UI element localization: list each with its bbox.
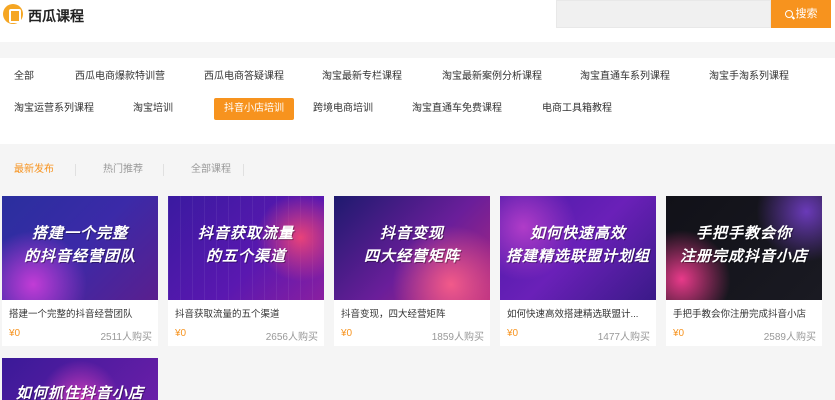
course-card[interactable]: 手把手教会你 注册完成抖音小店 手把手教会你注册完成抖音小店 ¥0 2589人购买 (666, 196, 822, 346)
category-item[interactable]: 淘宝最新专栏课程 (322, 66, 402, 88)
course-title[interactable]: 搭建一个完整的抖音经营团队 (9, 306, 154, 320)
tab-divider (163, 164, 164, 176)
category-item[interactable]: 淘宝直通车系列课程 (580, 66, 670, 88)
course-card[interactable]: 如何抓住抖音小店 (2, 358, 158, 400)
course-title[interactable]: 抖音变现，四大经营矩阵 (341, 306, 486, 320)
site-brand[interactable]: 西瓜课程 (28, 6, 84, 26)
course-thumbnail[interactable]: 手把手教会你 注册完成抖音小店 (666, 196, 822, 300)
buyer-count: 1859人购买 (431, 332, 484, 343)
thumbnail-title: 手把手教会你 注册完成抖音小店 (679, 225, 808, 265)
buyer-count: 2656人购买 (265, 332, 318, 343)
buyer-count: 2589人购买 (763, 332, 816, 343)
course-card[interactable]: 抖音获取流量 的五个渠道 抖音获取流量的五个渠道 ¥0 2656人购买 (168, 196, 324, 346)
category-item[interactable]: 淘宝直通车免费课程 (412, 98, 502, 120)
tab-divider (75, 164, 76, 176)
category-item-active[interactable]: 抖音小店培训 (214, 98, 294, 120)
course-card[interactable]: 如何快速高效 搭建精选联盟计划组 如何快速高效搭建精选联盟计... ¥0 1477… (500, 196, 656, 346)
category-item[interactable]: 淘宝运营系列课程 (14, 98, 94, 120)
course-title[interactable]: 如何快速高效搭建精选联盟计... (507, 306, 652, 320)
search-input[interactable] (556, 0, 771, 28)
course-thumbnail[interactable]: 如何抓住抖音小店 (2, 358, 158, 400)
course-price: ¥0 (341, 328, 353, 339)
course-price: ¥0 (9, 328, 21, 339)
course-thumbnail[interactable]: 抖音获取流量 的五个渠道 (168, 196, 324, 300)
thumbnail-title: 如何快速高效 搭建精选联盟计划组 (505, 225, 650, 265)
logo-icon[interactable] (3, 4, 23, 24)
category-item[interactable]: 西瓜电商答疑课程 (204, 66, 284, 88)
thumbnail-title: 抖音获取流量 的五个渠道 (197, 225, 294, 265)
category-item[interactable]: 全部 (14, 66, 34, 88)
category-item[interactable]: 电商工具箱教程 (542, 98, 612, 120)
thumbnail-title: 如何抓住抖音小店 (15, 385, 144, 400)
course-card[interactable]: 搭建一个完整 的抖音经营团队 搭建一个完整的抖音经营团队 ¥0 2511人购买 (2, 196, 158, 346)
thumbnail-title: 搭建一个完整 的抖音经营团队 (23, 225, 136, 265)
search-button-label: 搜索 (795, 8, 818, 20)
category-item[interactable]: 淘宝培训 (133, 98, 173, 120)
category-item[interactable]: 淘宝手淘系列课程 (709, 66, 789, 88)
tab-divider (243, 164, 244, 176)
course-thumbnail[interactable]: 抖音变现 四大经营矩阵 (334, 196, 490, 300)
course-price: ¥0 (175, 328, 187, 339)
course-thumbnail[interactable]: 如何快速高效 搭建精选联盟计划组 (500, 196, 656, 300)
course-price: ¥0 (673, 328, 685, 339)
search-icon (784, 10, 793, 18)
top-header: 西瓜课程 搜索 (0, 0, 835, 42)
tab-all[interactable]: 全部课程 (191, 158, 231, 182)
course-thumbnail[interactable]: 搭建一个完整 的抖音经营团队 (2, 196, 158, 300)
thumbnail-title: 抖音变现 四大经营矩阵 (363, 225, 460, 265)
buyer-count: 2511人购买 (100, 332, 152, 343)
course-title[interactable]: 抖音获取流量的五个渠道 (175, 306, 320, 320)
category-item[interactable]: 西瓜电商爆款特训营 (75, 66, 165, 88)
category-item[interactable]: 淘宝最新案例分析课程 (442, 66, 542, 88)
tab-latest[interactable]: 最新发布 (14, 158, 54, 182)
course-price: ¥0 (507, 328, 519, 339)
sort-tabs: 最新发布 热门推荐 全部课程 (0, 158, 835, 182)
category-item[interactable]: 跨境电商培训 (313, 98, 373, 120)
tab-hot[interactable]: 热门推荐 (103, 158, 143, 182)
course-title[interactable]: 手把手教会你注册完成抖音小店 (673, 306, 818, 320)
search-button[interactable]: 搜索 (771, 0, 831, 28)
category-bar: 全部 西瓜电商爆款特训营 西瓜电商答疑课程 淘宝最新专栏课程 淘宝最新案例分析课… (0, 58, 835, 144)
course-card[interactable]: 抖音变现 四大经营矩阵 抖音变现，四大经营矩阵 ¥0 1859人购买 (334, 196, 490, 346)
buyer-count: 1477人购买 (597, 332, 650, 343)
